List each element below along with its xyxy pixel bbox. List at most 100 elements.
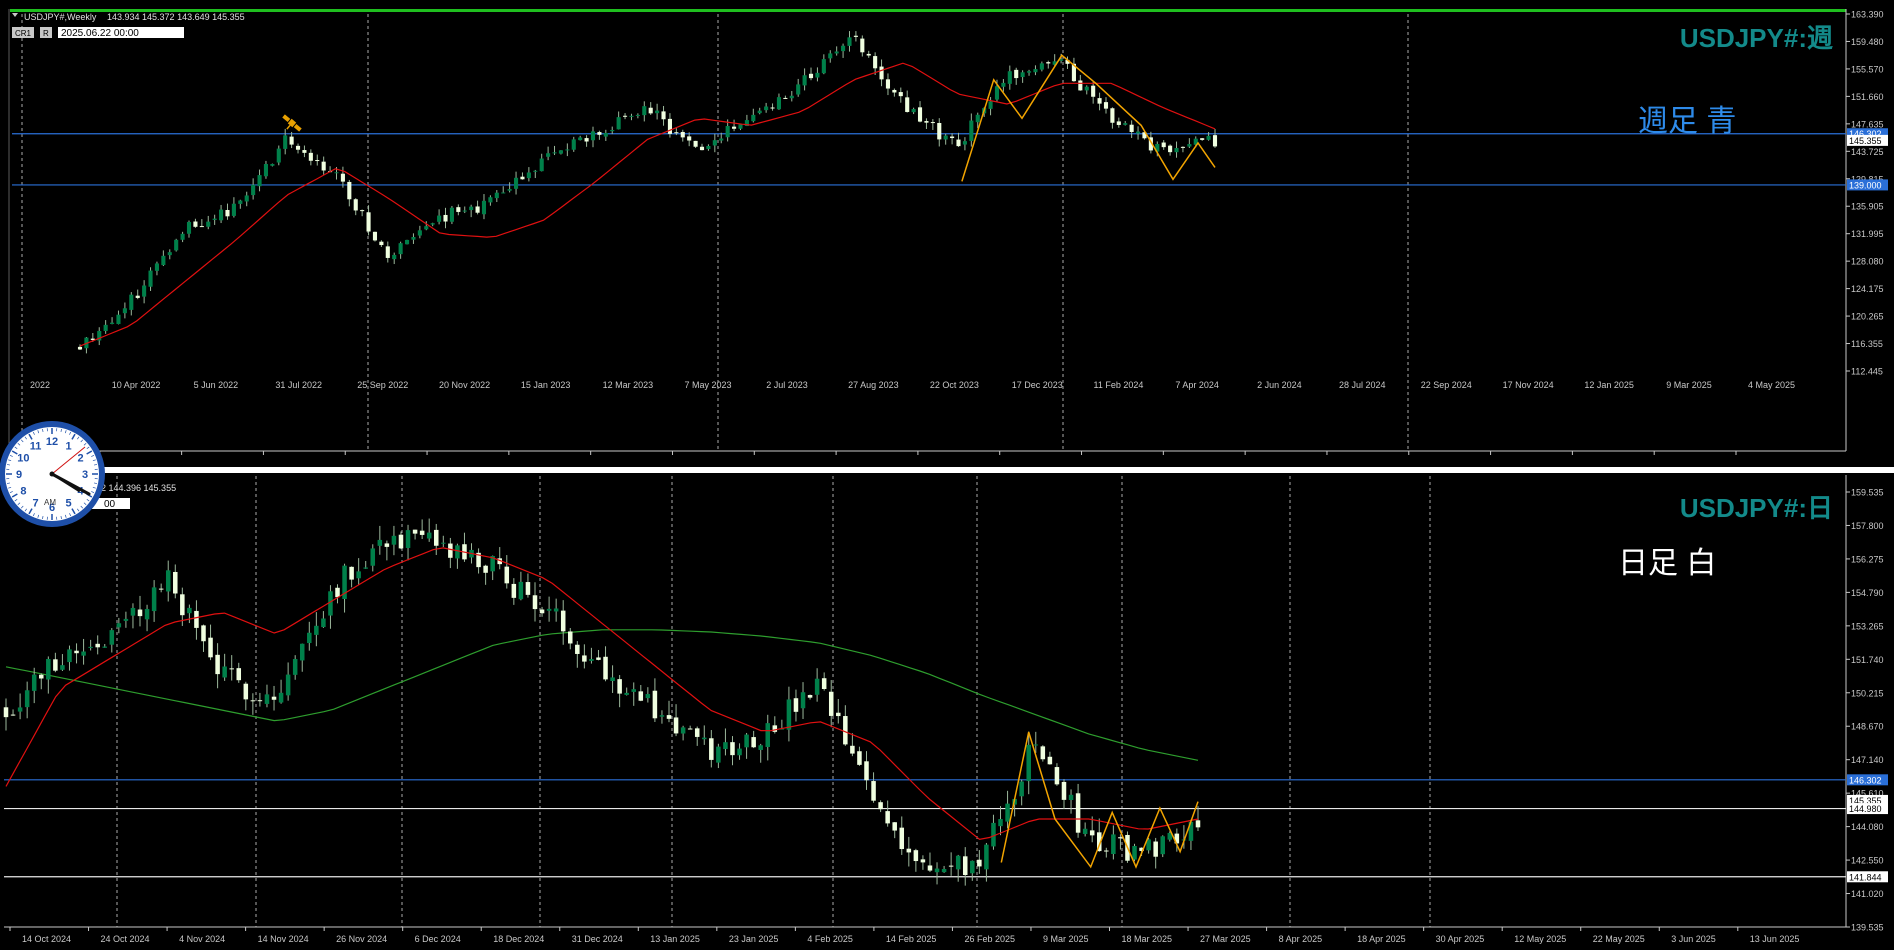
candle-body bbox=[283, 135, 287, 149]
candle-body bbox=[399, 243, 403, 254]
x-tick-label: 14 Feb 2025 bbox=[886, 934, 937, 944]
candle-body bbox=[229, 668, 234, 669]
panel-separator[interactable] bbox=[0, 467, 1894, 473]
x-tick-label: 20 Nov 2022 bbox=[439, 380, 490, 390]
x-tick-label: 8 Apr 2025 bbox=[1279, 934, 1323, 944]
y-tick-label: 151.740 bbox=[1851, 655, 1884, 665]
chart-canvas[interactable]: 163.390159.480155.570151.660147.635143.7… bbox=[0, 0, 1894, 945]
candle-body bbox=[649, 108, 653, 114]
candle-body bbox=[969, 121, 973, 141]
candle-body bbox=[1118, 837, 1123, 838]
candle-body bbox=[431, 223, 435, 224]
candle-body bbox=[322, 162, 326, 171]
y-tick-label: 144.080 bbox=[1851, 822, 1884, 832]
candle-body bbox=[730, 742, 735, 755]
x-tick-label: 12 May 2025 bbox=[1514, 934, 1566, 944]
x-tick-label: 9 Mar 2025 bbox=[1043, 934, 1089, 944]
price-tag-label: 146.302 bbox=[1849, 775, 1882, 785]
candle-body bbox=[1132, 846, 1137, 860]
candle-body bbox=[193, 222, 197, 227]
candle-body bbox=[437, 216, 441, 222]
candle-body bbox=[356, 571, 361, 578]
candle-body bbox=[102, 647, 107, 648]
candle-body bbox=[783, 98, 787, 99]
candle-body bbox=[222, 667, 227, 678]
x-tick-label: 26 Nov 2024 bbox=[336, 934, 387, 944]
y-tick-label: 142.550 bbox=[1851, 856, 1884, 866]
candle-body bbox=[123, 308, 127, 313]
candle-body bbox=[360, 210, 364, 211]
candle-body bbox=[732, 127, 736, 129]
candle-body bbox=[773, 725, 778, 731]
candle-body bbox=[835, 51, 839, 53]
candle-body bbox=[110, 630, 115, 645]
candle-body bbox=[420, 531, 425, 535]
candle-body bbox=[482, 201, 486, 214]
candle-body bbox=[187, 222, 191, 234]
candle-body bbox=[829, 692, 834, 716]
y-tick-label: 155.570 bbox=[1851, 64, 1884, 74]
candle-body bbox=[660, 715, 665, 717]
candle-body bbox=[142, 286, 146, 297]
candle-body bbox=[145, 609, 150, 619]
candle-body bbox=[159, 589, 164, 590]
candle-body bbox=[546, 153, 550, 157]
candle-body bbox=[81, 651, 86, 655]
candle-body bbox=[104, 325, 108, 331]
candle-body bbox=[200, 226, 204, 227]
candle-body bbox=[315, 160, 319, 161]
candle-body bbox=[1055, 767, 1060, 784]
candle-body bbox=[354, 199, 358, 210]
candle-body bbox=[591, 131, 595, 140]
candle-body bbox=[918, 107, 922, 121]
x-tick-label: 4 Nov 2024 bbox=[179, 934, 225, 944]
candle-body bbox=[463, 211, 467, 212]
y-tick-label: 128.080 bbox=[1851, 257, 1884, 267]
y-tick-label: 147.635 bbox=[1851, 119, 1884, 129]
price-tag-label: 139.000 bbox=[1849, 180, 1882, 190]
candle-body bbox=[379, 242, 383, 245]
candle-body bbox=[989, 101, 993, 109]
candle-body bbox=[148, 271, 152, 287]
candle-body bbox=[1196, 820, 1201, 827]
candle-body bbox=[758, 745, 763, 750]
candle-body bbox=[878, 802, 883, 809]
y-tick-label: 150.215 bbox=[1851, 688, 1884, 698]
x-tick-label: 22 Oct 2023 bbox=[930, 380, 979, 390]
candle-body bbox=[552, 152, 556, 153]
candle-body bbox=[161, 256, 165, 265]
candle-body bbox=[1104, 102, 1108, 109]
r-tag[interactable]: R bbox=[43, 29, 49, 38]
candle-body bbox=[1174, 148, 1178, 152]
candle-body bbox=[201, 625, 206, 641]
candle-body bbox=[527, 172, 531, 178]
candle-body bbox=[257, 175, 261, 186]
x-tick-label: 18 Apr 2025 bbox=[1357, 934, 1406, 944]
candle-body bbox=[687, 136, 691, 140]
ohlc-label: 143.934 145.372 143.649 145.355 bbox=[107, 12, 245, 22]
x-tick-label: 25 Sep 2022 bbox=[357, 380, 408, 390]
candle-body bbox=[1130, 125, 1134, 132]
clock-number: 10 bbox=[17, 453, 29, 465]
clock-number: 5 bbox=[65, 498, 71, 510]
candle-body bbox=[371, 548, 376, 565]
candle-body bbox=[674, 132, 678, 133]
candle-body bbox=[448, 544, 453, 558]
x-tick-label: 6 Dec 2024 bbox=[415, 934, 461, 944]
candle-body bbox=[667, 715, 672, 719]
x-tick-label: 14 Nov 2024 bbox=[258, 934, 309, 944]
candle-body bbox=[695, 728, 700, 737]
candle-body bbox=[334, 172, 338, 173]
candle-body bbox=[88, 647, 93, 648]
candle-body bbox=[245, 195, 249, 201]
candle-body bbox=[572, 139, 576, 149]
candle-body bbox=[719, 139, 723, 141]
candle-body bbox=[944, 136, 948, 140]
cr-tag[interactable]: CR1 bbox=[15, 29, 32, 38]
candle-body bbox=[559, 150, 563, 153]
candle-body bbox=[970, 861, 975, 873]
candle-body bbox=[1091, 86, 1095, 97]
candle-body bbox=[168, 252, 172, 255]
candle-body bbox=[78, 347, 82, 350]
analog-clock-widget[interactable]: 121234567891011 AM bbox=[0, 421, 105, 527]
